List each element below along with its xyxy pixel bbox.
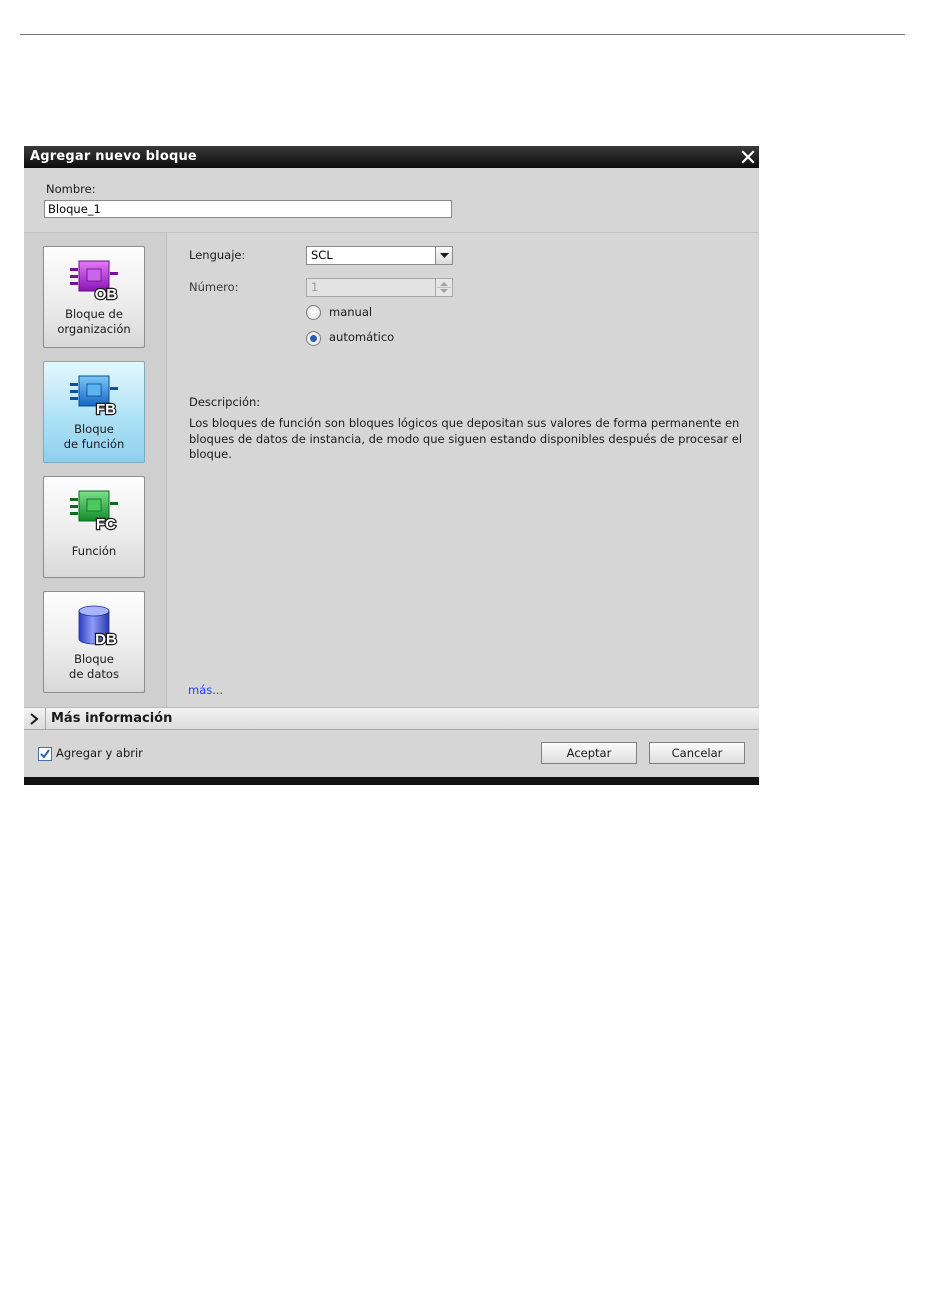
function-icon: FC (70, 490, 118, 531)
svg-text:OB: OB (95, 286, 118, 301)
radio-selected-dot (310, 335, 317, 342)
tile-label: Función (71, 544, 117, 558)
divider (45, 708, 46, 729)
properties-panel: Lenguaje: SCL Número: 1 manual automátic… (167, 233, 759, 707)
radio-automatic-label: automático (329, 330, 395, 344)
block-type-sidebar: OB Bloque de organización FB Bloque de fun… (24, 233, 167, 707)
language-select[interactable]: SCL (306, 246, 453, 265)
add-new-block-dialog: Agregar nuevo bloque Nombre: Bloque_1 OB… (24, 146, 759, 785)
close-icon (741, 150, 755, 164)
cancel-button[interactable]: Cancelar (649, 742, 745, 764)
svg-text:FB: FB (96, 401, 116, 416)
organization-block-icon: OB (70, 260, 119, 301)
language-value: SCL (311, 248, 333, 262)
tile-label: Bloque de datos (69, 652, 119, 681)
block-type-organization-block[interactable]: OB Bloque de organización (43, 246, 145, 348)
spinner-arrows-icon (435, 279, 452, 296)
top-rule (20, 34, 905, 35)
dropdown-arrow-icon[interactable] (435, 247, 452, 264)
radio-manual-label: manual (329, 305, 373, 319)
more-info-expander[interactable]: Más información (24, 707, 759, 730)
dialog-title: Agregar nuevo bloque (30, 149, 197, 164)
number-spinner: 1 (306, 278, 453, 297)
description-text: Los bloques de función son bloques lógic… (189, 416, 743, 461)
title-bar[interactable]: Agregar nuevo bloque (24, 146, 759, 168)
description-label: Descripción: (189, 395, 261, 409)
add-and-open-label: Agregar y abrir (56, 746, 143, 760)
name-section: Nombre: Bloque_1 (24, 168, 759, 233)
number-value: 1 (311, 280, 319, 294)
data-block-icon: DB (78, 605, 118, 646)
name-label: Nombre: (46, 182, 96, 196)
add-and-open-checkbox[interactable] (38, 747, 52, 761)
more-link[interactable]: más... (188, 683, 223, 697)
checkmark-icon (40, 749, 50, 759)
chevron-right-icon (30, 713, 39, 725)
language-label: Lenguaje: (189, 248, 246, 262)
tile-label: Bloque de función (63, 422, 125, 451)
radio-automatic[interactable] (306, 331, 321, 346)
svg-text:DB: DB (95, 631, 117, 646)
block-type-data-block[interactable]: DB Bloque de datos (43, 591, 145, 693)
more-info-label: Más información (51, 711, 173, 726)
block-type-function[interactable]: FC Función (43, 476, 145, 578)
name-input[interactable]: Bloque_1 (44, 200, 452, 218)
accept-button[interactable]: Aceptar (541, 742, 637, 764)
bottom-border (24, 777, 759, 785)
function-block-icon: FB (70, 375, 118, 416)
number-label: Número: (189, 280, 239, 294)
tile-label: Bloque de organización (57, 307, 131, 336)
radio-manual[interactable] (306, 305, 321, 320)
block-type-function-block[interactable]: FB Bloque de función (43, 361, 145, 463)
dialog-footer: Agregar y abrir Aceptar Cancelar (24, 730, 759, 777)
svg-text:FC: FC (96, 516, 116, 531)
close-button[interactable] (738, 147, 758, 167)
